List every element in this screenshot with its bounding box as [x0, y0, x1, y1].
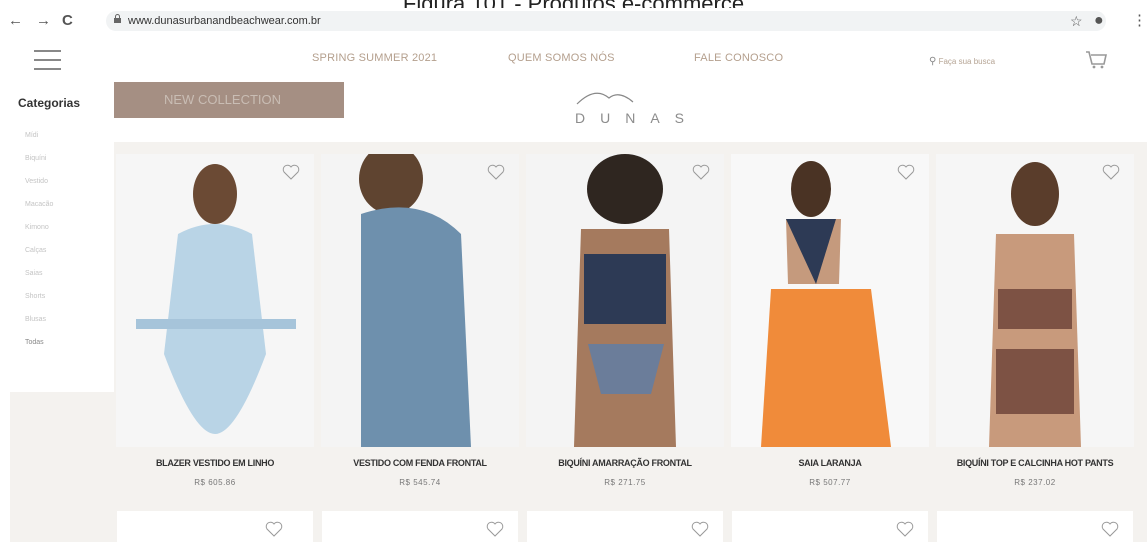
new-collection-button[interactable]: NEW COLLECTION	[114, 82, 344, 118]
favorite-heart-icon[interactable]	[486, 521, 504, 537]
product-card[interactable]	[527, 511, 723, 542]
category-item[interactable]: Biquíni	[25, 155, 46, 162]
product-name[interactable]: SAIA LARANJA	[731, 458, 929, 468]
shopping-cart-icon[interactable]	[1085, 50, 1107, 70]
favorite-heart-icon[interactable]	[282, 164, 300, 180]
product-name[interactable]: BLAZER VESTIDO EM LINHO	[116, 458, 314, 468]
product-photo	[116, 154, 314, 447]
hamburger-menu-icon[interactable]	[34, 50, 61, 77]
product-price: R$ 545.74	[399, 478, 441, 487]
favorite-heart-icon[interactable]	[265, 521, 283, 537]
product-price: R$ 237.02	[1014, 478, 1056, 487]
lock-icon	[114, 14, 121, 23]
url-text[interactable]: www.dunasurbanandbeachwear.com.br	[128, 15, 321, 27]
reload-icon[interactable]: C	[62, 13, 73, 28]
category-sidebar: Categorias Mídi Biquíni Vestido Macacão …	[10, 82, 114, 392]
category-item[interactable]: Shorts	[25, 293, 45, 300]
nav-link-quem-somos[interactable]: QUEM SOMOS NÓS	[508, 52, 615, 64]
favorite-heart-icon[interactable]	[1101, 521, 1119, 537]
product-photo	[936, 154, 1134, 447]
product-price: R$ 271.75	[604, 478, 646, 487]
browser-toolbar: ← → C www.dunasurbanandbeachwear.com.br …	[0, 8, 1147, 34]
product-photo	[321, 154, 519, 447]
search-icon: ⚲	[929, 56, 937, 67]
product-card[interactable]	[116, 154, 314, 447]
category-item-all[interactable]: Todas	[25, 339, 44, 346]
favorite-heart-icon[interactable]	[1102, 164, 1120, 180]
product-price: R$ 507.77	[809, 478, 851, 487]
back-arrow-icon[interactable]: ←	[8, 13, 23, 28]
product-name[interactable]: VESTIDO COM FENDA FRONTAL	[321, 458, 519, 468]
search-placeholder: Faça sua busca	[938, 57, 996, 66]
favorite-heart-icon[interactable]	[897, 164, 915, 180]
product-name[interactable]: BIQUÍNI TOP E CALCINHA HOT PANTS	[936, 458, 1134, 468]
product-price: R$ 605.86	[194, 478, 236, 487]
search-input[interactable]: ⚲ Faça sua busca	[929, 56, 995, 67]
favorite-heart-icon[interactable]	[896, 521, 914, 537]
product-photo	[526, 154, 724, 447]
product-card[interactable]	[321, 154, 519, 447]
category-item[interactable]: Mídi	[25, 132, 38, 139]
nav-link-spring-summer[interactable]: SPRING SUMMER 2021	[312, 52, 437, 64]
product-photo	[731, 154, 929, 447]
category-item[interactable]: Blusas	[25, 316, 46, 323]
category-item[interactable]: Kimono	[25, 224, 49, 231]
product-card[interactable]	[117, 511, 313, 542]
product-card[interactable]	[322, 511, 518, 542]
favorite-heart-icon[interactable]	[487, 164, 505, 180]
product-card[interactable]	[526, 154, 724, 447]
product-card[interactable]	[731, 154, 929, 447]
product-card[interactable]	[937, 511, 1133, 542]
product-card[interactable]	[936, 154, 1134, 447]
website: SPRING SUMMER 2021 QUEM SOMOS NÓS FALE C…	[10, 36, 1147, 542]
categories-title: Categorias	[18, 96, 81, 110]
product-card[interactable]	[732, 511, 928, 542]
menu-more-icon[interactable]: ⋮	[1132, 13, 1147, 28]
category-item[interactable]: Saias	[25, 270, 43, 277]
profile-icon[interactable]: ●	[1094, 13, 1104, 29]
category-item[interactable]: Vestido	[25, 178, 48, 185]
top-navigation: SPRING SUMMER 2021 QUEM SOMOS NÓS FALE C…	[10, 36, 1147, 82]
favorite-heart-icon[interactable]	[692, 164, 710, 180]
dunas-logo-text: DUNAS	[575, 110, 700, 126]
bookmark-star-icon[interactable]: ☆	[1070, 14, 1083, 28]
favorite-heart-icon[interactable]	[691, 521, 709, 537]
dunas-logo-dunes-icon	[576, 92, 634, 105]
category-item[interactable]: Calças	[25, 247, 46, 254]
category-item[interactable]: Macacão	[25, 201, 53, 208]
product-name[interactable]: BIQUÍNI AMARRAÇÃO FRONTAL	[526, 458, 724, 468]
forward-arrow-icon[interactable]: →	[36, 13, 51, 28]
new-collection-label: NEW COLLECTION	[164, 92, 282, 107]
nav-link-fale-conosco[interactable]: FALE CONOSCO	[694, 52, 783, 64]
